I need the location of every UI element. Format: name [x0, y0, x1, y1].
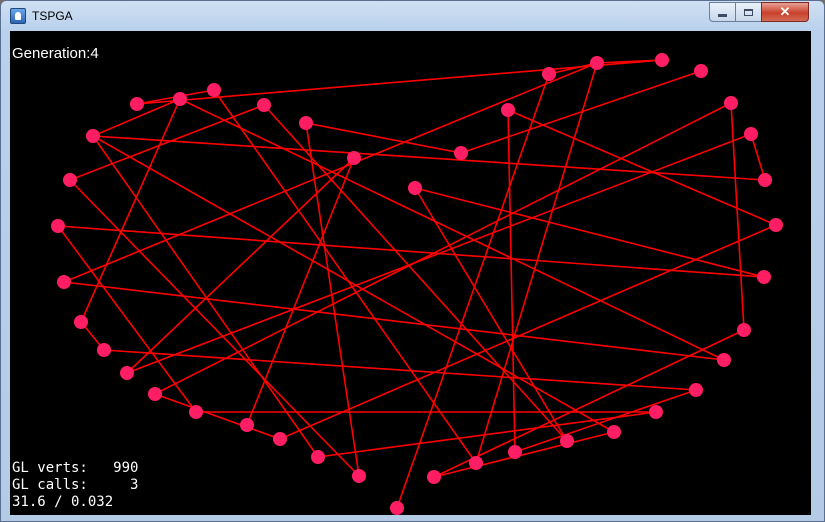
generation-counter: Generation:4	[12, 45, 99, 62]
minimize-button[interactable]	[709, 2, 736, 22]
city-node	[590, 56, 604, 70]
city-node	[689, 383, 703, 397]
city-node	[390, 501, 404, 515]
tour-plot	[51, 53, 783, 515]
city-node	[508, 445, 522, 459]
route-edge	[305, 122, 462, 154]
maximize-button[interactable]	[735, 2, 762, 22]
route-edge	[126, 133, 752, 374]
route-edge	[750, 133, 766, 181]
city-node	[148, 387, 162, 401]
city-node	[758, 173, 772, 187]
city-node	[86, 129, 100, 143]
route-edge	[154, 393, 281, 440]
route-edge	[507, 109, 516, 453]
route-edge	[63, 62, 598, 283]
city-node	[469, 456, 483, 470]
route-edge	[92, 135, 766, 181]
route-edge	[92, 135, 319, 458]
render-canvas[interactable]: Generation:4 GL verts: 990 GL calls: 3 31.…	[10, 31, 811, 515]
city-node	[299, 116, 313, 130]
close-button[interactable]: ✕	[761, 2, 809, 22]
city-node	[607, 425, 621, 439]
minimize-icon	[718, 13, 727, 17]
city-node	[347, 151, 361, 165]
route-edge	[305, 122, 360, 477]
route-edge	[136, 59, 663, 105]
city-node	[273, 432, 287, 446]
timing-readout: 31.6 / 0.032	[12, 494, 114, 510]
city-node	[189, 405, 203, 419]
city-node	[120, 366, 134, 380]
city-node	[655, 53, 669, 67]
city-node	[757, 270, 771, 284]
route-edge	[279, 224, 777, 440]
city-node	[240, 418, 254, 432]
city-node	[717, 353, 731, 367]
city-node	[427, 470, 441, 484]
city-node	[744, 127, 758, 141]
city-node	[74, 315, 88, 329]
city-node	[352, 469, 366, 483]
city-node	[694, 64, 708, 78]
city-node	[130, 97, 144, 111]
city-node	[542, 67, 556, 81]
city-node	[724, 96, 738, 110]
route-edge	[69, 179, 360, 477]
city-node	[501, 103, 515, 117]
gl-verts-readout: GL verts: 990	[12, 460, 139, 476]
city-node	[63, 173, 77, 187]
city-node	[408, 181, 422, 195]
city-node	[97, 343, 111, 357]
window-title: TSPGA	[32, 9, 73, 23]
close-icon: ✕	[779, 4, 791, 19]
title-bar[interactable]: TSPGA ✕	[1, 1, 824, 31]
city-node	[207, 83, 221, 97]
city-node	[57, 275, 71, 289]
route-edge	[507, 109, 777, 226]
route-edge	[69, 104, 265, 181]
city-node	[769, 218, 783, 232]
city-node	[649, 405, 663, 419]
route-edge	[63, 281, 725, 361]
city-node	[311, 450, 325, 464]
maximize-icon	[744, 8, 753, 16]
city-node	[560, 434, 574, 448]
city-node	[454, 146, 468, 160]
gl-calls-readout: GL calls: 3	[12, 477, 139, 493]
route-edge	[57, 225, 765, 278]
city-node	[257, 98, 271, 112]
gl-stats: GL verts: 990 GL calls: 3 31.6 / 0.032	[12, 460, 138, 511]
route-edge	[414, 187, 568, 442]
city-node	[51, 219, 65, 233]
city-node	[173, 92, 187, 106]
city-node	[737, 323, 751, 337]
app-icon	[10, 8, 26, 24]
app-window: TSPGA ✕ Generation:4 GL verts: 990 GL cal…	[0, 0, 825, 522]
route-edge	[263, 104, 568, 442]
